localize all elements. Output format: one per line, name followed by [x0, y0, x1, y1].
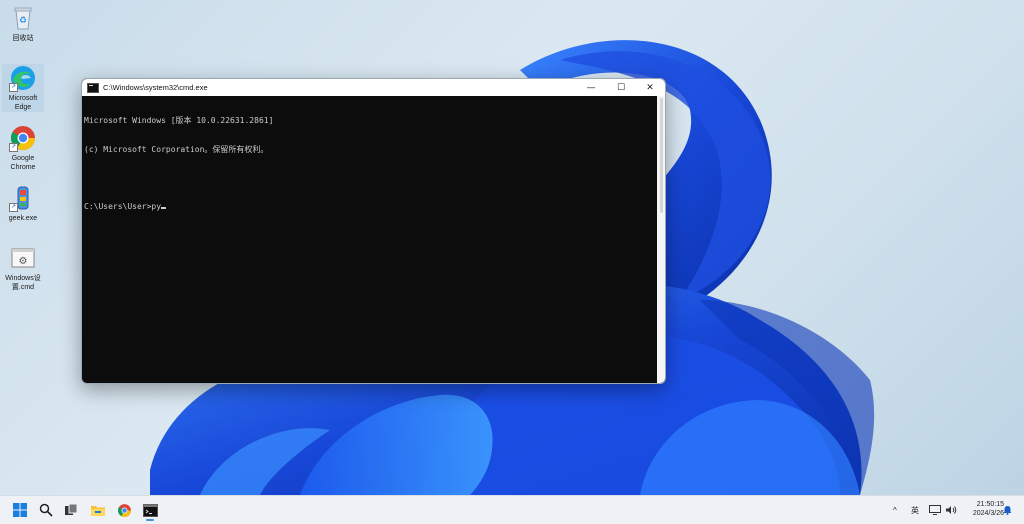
clock[interactable]: 21:50:15 2024/3/26	[958, 500, 1004, 518]
cmd-app-icon	[87, 82, 99, 93]
shortcut-arrow-icon: ↗	[9, 203, 18, 212]
ime-indicator[interactable]: 英	[911, 496, 919, 524]
svg-text:♻: ♻	[19, 15, 27, 25]
terminal-prompt-line: C:\Users\User>py	[84, 202, 665, 212]
terminal-line: Microsoft Windows [版本 10.0.22631.2861]	[84, 116, 274, 125]
desktop-icon-label: Windows设置.cmd	[5, 275, 41, 291]
chrome-icon	[117, 503, 131, 517]
edge-icon: ↗	[9, 64, 37, 92]
cmd-taskbar-button[interactable]	[139, 499, 161, 521]
chevron-up-icon: ^	[893, 505, 897, 515]
bell-icon	[1003, 506, 1012, 515]
close-button[interactable]: ✕	[635, 79, 665, 96]
chrome-taskbar-button[interactable]	[113, 499, 135, 521]
shortcut-arrow-icon: ↗	[9, 143, 18, 152]
desktop-icon-label: geek.exe	[8, 215, 38, 222]
text-cursor	[161, 207, 167, 209]
search-icon	[39, 503, 53, 517]
minimize-button[interactable]: —	[576, 79, 606, 96]
close-icon: ✕	[646, 82, 654, 93]
terminal-icon	[142, 503, 158, 517]
settings-script-icon: ⚙	[9, 244, 37, 272]
task-view-button[interactable]	[60, 499, 82, 521]
terminal-output[interactable]: Microsoft Windows [版本 10.0.22631.2861] (…	[82, 96, 665, 383]
desktop-icon-label: Microsoft Edge	[8, 95, 38, 111]
scrollbar-thumb[interactable]	[660, 98, 663, 213]
file-explorer-button[interactable]	[87, 499, 109, 521]
desktop-icon-geek[interactable]: ↗ geek.exe	[2, 184, 44, 223]
desktop-icon-label: 回收站	[12, 35, 34, 42]
desktop-icon-chrome[interactable]: ↗ Google Chrome	[2, 124, 44, 172]
network-icon	[929, 505, 941, 515]
scrollbar-track[interactable]	[657, 96, 665, 383]
desktop-icon-label: Google Chrome	[10, 155, 36, 171]
search-button[interactable]	[35, 499, 57, 521]
geek-icon: ↗	[9, 184, 37, 212]
notifications-button[interactable]	[1003, 496, 1012, 524]
desktop-icon-recycle-bin[interactable]: ♻ 回收站	[2, 4, 44, 43]
start-button[interactable]	[9, 499, 31, 521]
cmd-window[interactable]: C:\Windows\system32\cmd.exe — ☐ ✕ Micros…	[81, 78, 666, 384]
maximize-button[interactable]: ☐	[606, 79, 636, 96]
clock-date: 2024/3/26	[972, 510, 1004, 517]
chrome-icon: ↗	[9, 124, 37, 152]
maximize-icon: ☐	[616, 82, 626, 93]
volume-icon	[946, 506, 957, 514]
shortcut-arrow-icon: ↗	[9, 83, 18, 92]
desktop-icon-settings-cmd[interactable]: ⚙ Windows设置.cmd	[2, 244, 44, 292]
window-titlebar[interactable]: C:\Windows\system32\cmd.exe — ☐ ✕	[82, 79, 665, 96]
minimize-icon: —	[586, 82, 596, 93]
start-icon	[13, 503, 27, 517]
desktop-icon-edge[interactable]: ↗ Microsoft Edge	[2, 64, 44, 112]
terminal-line: (c) Microsoft Corporation。保留所有权利。	[84, 144, 269, 154]
taskbar: ^ 英 21:50:15 2024/3/26	[0, 495, 1024, 524]
window-title: C:\Windows\system32\cmd.exe	[103, 83, 208, 92]
ime-label: 英	[911, 505, 919, 515]
terminal-prompt: C:\Users\User>py	[84, 201, 162, 211]
svg-text:⚙: ⚙	[19, 256, 28, 267]
task-view-icon	[65, 503, 78, 515]
recycle-bin-icon: ♻	[9, 4, 37, 32]
network-button[interactable]	[929, 496, 941, 524]
volume-button[interactable]	[945, 496, 957, 524]
clock-time: 21:50:15	[976, 501, 1004, 508]
tray-overflow-button[interactable]: ^	[893, 496, 897, 524]
file-explorer-icon	[91, 506, 105, 516]
